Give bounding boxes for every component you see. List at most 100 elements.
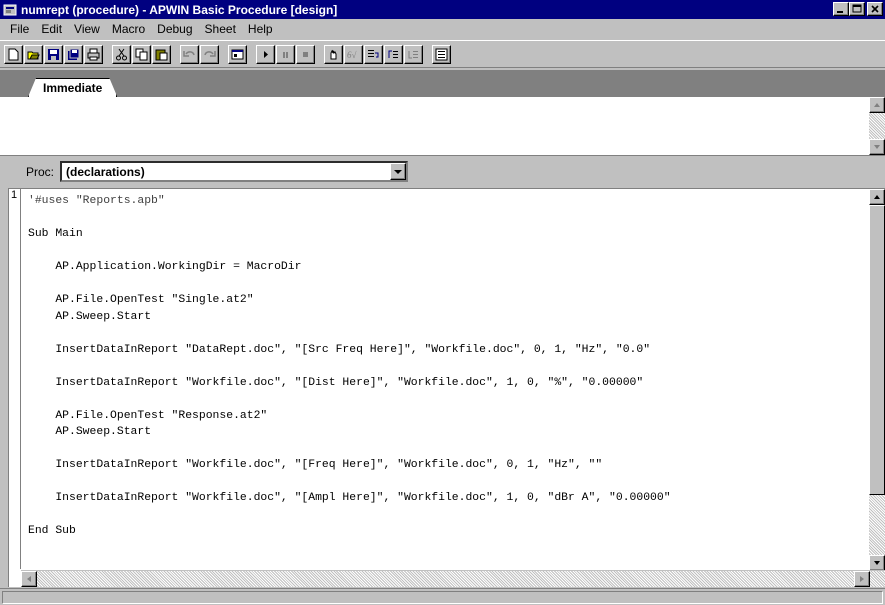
editor-vertical-scrollbar[interactable]	[869, 189, 885, 571]
cut-button[interactable]	[112, 44, 131, 64]
editor-horizontal-scrollbar[interactable]	[21, 570, 885, 587]
run-button[interactable]	[256, 44, 275, 64]
menu-sheet[interactable]: Sheet	[199, 22, 242, 36]
window-controls	[833, 2, 883, 16]
editor-scroll-right-button[interactable]	[854, 571, 870, 587]
svg-text:6√: 6√	[347, 50, 357, 60]
quick-watch-icon: 6√	[347, 50, 357, 60]
code-line: InsertDataInReport "Workfile.doc", "[Dis…	[28, 376, 644, 389]
save-all-button[interactable]	[64, 44, 83, 64]
proc-dropdown[interactable]: (declarations)	[60, 161, 409, 182]
run-icon	[264, 50, 268, 58]
redo-icon	[204, 50, 216, 57]
code-line: AP.Sweep.Start	[28, 310, 152, 323]
copy-icon	[135, 48, 148, 60]
step-out-button[interactable]	[404, 44, 423, 64]
dialog-editor-button[interactable]	[228, 44, 247, 64]
open-button[interactable]	[24, 44, 43, 64]
minimize-button[interactable]	[833, 2, 849, 16]
proc-dropdown-value: (declarations)	[66, 164, 145, 179]
close-icon	[871, 5, 879, 13]
new-icon	[8, 48, 19, 60]
new-button[interactable]	[4, 44, 23, 64]
editor-scroll-thumb[interactable]	[869, 205, 885, 495]
save-all-icon	[68, 48, 80, 60]
pause-button[interactable]	[276, 44, 295, 64]
save-icon	[48, 48, 59, 60]
proc-bar: Proc: (declarations)	[0, 157, 885, 186]
chevron-down-icon	[394, 169, 403, 174]
code-line: End Sub	[28, 525, 76, 537]
proc-label: Proc:	[26, 164, 55, 179]
step-into-icon	[368, 49, 379, 57]
step-over-icon	[388, 50, 398, 58]
print-icon	[87, 48, 100, 60]
copy-button[interactable]	[132, 44, 151, 64]
status-field	[2, 591, 883, 604]
window-title: numrept (procedure) - APWIN Basic Proced…	[21, 2, 338, 17]
proc-dropdown-button[interactable]	[390, 163, 407, 180]
arrow-left-icon	[27, 576, 31, 582]
code-line: AP.File.OpenTest "Response.at2"	[28, 409, 268, 422]
undo-button[interactable]	[180, 44, 199, 64]
save-button[interactable]	[44, 44, 63, 64]
menu-file[interactable]: File	[4, 22, 35, 36]
stop-icon	[303, 51, 308, 57]
immediate-scroll-up-button[interactable]	[869, 97, 885, 113]
immediate-vertical-scrollbar[interactable]	[869, 97, 885, 155]
arrow-up-icon	[874, 103, 880, 107]
code-line: InsertDataInReport "DataRept.doc", "[Src…	[28, 343, 651, 356]
paste-button[interactable]	[152, 44, 171, 64]
menu-help[interactable]: Help	[242, 22, 279, 36]
undo-icon	[183, 50, 195, 57]
code-editor[interactable]: 1 '#uses "Reports.apb" Sub Main AP.Appli…	[8, 188, 885, 587]
menu-bar: File Edit View Macro Debug Sheet Help	[0, 19, 885, 38]
line-number: 1	[11, 189, 18, 201]
maximize-button[interactable]	[849, 2, 865, 16]
editor-scroll-left-button[interactable]	[21, 571, 37, 587]
code-line: InsertDataInReport "Workfile.doc", "[Amp…	[28, 492, 671, 504]
quick-watch-button[interactable]: 6√	[344, 44, 363, 64]
code-text-area[interactable]: '#uses "Reports.apb" Sub Main AP.Applica…	[28, 193, 868, 568]
toolbar: 6√	[0, 40, 885, 68]
arrow-right-icon	[860, 576, 864, 582]
cut-icon	[116, 48, 127, 60]
arrow-down-icon	[874, 145, 880, 149]
editor-scroll-down-button[interactable]	[869, 555, 885, 571]
print-button[interactable]	[84, 44, 103, 64]
code-line: AP.Sweep.Start	[28, 426, 152, 438]
editor-scroll-up-button[interactable]	[869, 189, 885, 205]
stop-button[interactable]	[296, 44, 315, 64]
menu-macro[interactable]: Macro	[106, 22, 151, 36]
app-icon[interactable]	[3, 3, 17, 17]
redo-button[interactable]	[200, 44, 219, 64]
code-line: InsertDataInReport "Workfile.doc", "[Fre…	[28, 459, 603, 471]
step-into-button[interactable]	[364, 44, 383, 64]
procedure-list-icon	[435, 48, 448, 60]
menu-view[interactable]: View	[68, 22, 106, 36]
dialog-editor-icon	[231, 49, 244, 59]
open-icon	[27, 51, 40, 59]
procedure-list-button[interactable]	[432, 44, 451, 64]
toggle-breakpoint-button[interactable]	[324, 44, 343, 64]
menu-debug[interactable]: Debug	[151, 22, 198, 36]
toggle-breakpoint-icon	[330, 49, 337, 59]
immediate-pane[interactable]	[0, 97, 885, 156]
tab-immediate[interactable]: Immediate	[28, 78, 117, 97]
code-line: AP.File.OpenTest "Single.at2"	[28, 294, 254, 306]
menu-edit[interactable]: Edit	[35, 22, 68, 36]
step-over-button[interactable]	[384, 44, 403, 64]
close-button[interactable]	[867, 2, 883, 16]
immediate-scroll-down-button[interactable]	[869, 139, 885, 155]
code-line: '#uses "Reports.apb"	[28, 195, 165, 207]
code-line: Sub Main	[28, 228, 83, 240]
step-out-icon	[408, 50, 418, 58]
immediate-tab-strip: Immediate	[0, 70, 885, 97]
